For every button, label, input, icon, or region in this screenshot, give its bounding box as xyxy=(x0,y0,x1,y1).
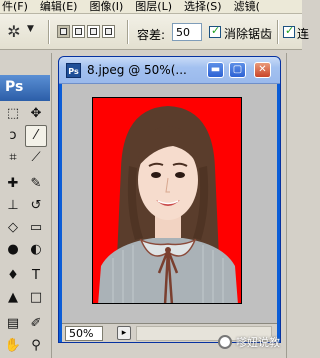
type-icon[interactable]: T xyxy=(25,265,47,287)
watermark-logo-icon xyxy=(218,335,232,349)
subtract-selection-button[interactable] xyxy=(87,25,100,38)
ps-document-icon: Ps xyxy=(66,63,81,78)
right-panel-edge xyxy=(286,53,302,358)
document-window: Ps 8.jpeg @ 50%(... ▬ ▢ ✕ 50% ▸ xyxy=(58,56,281,343)
options-divider xyxy=(277,20,279,44)
antialias-label: 消除锯齿 xyxy=(224,27,273,41)
new-selection-button[interactable] xyxy=(57,25,70,38)
options-bar: ✲ ▼ 容差: 50 消除锯齿 连 xyxy=(0,14,309,50)
ps-logo[interactable]: Ps xyxy=(0,75,50,101)
hand-icon[interactable]: ✋ xyxy=(2,335,24,357)
close-button[interactable]: ✕ xyxy=(254,62,271,78)
id-photo[interactable] xyxy=(92,97,242,304)
antialias-checkbox[interactable] xyxy=(209,24,221,38)
zoom-field[interactable]: 50% xyxy=(65,326,103,341)
watermark-text: 嗲妞说教 xyxy=(236,336,280,349)
intersect-selection-button[interactable] xyxy=(102,25,115,38)
menu-file[interactable]: 件(F) xyxy=(0,0,32,13)
eyedropper-icon[interactable]: ✐ xyxy=(25,313,47,335)
lasso-icon[interactable]: ↄ xyxy=(2,125,24,147)
move-icon[interactable]: ✥ xyxy=(25,103,47,125)
canvas-area xyxy=(62,84,277,323)
menu-layer[interactable]: 图层(L) xyxy=(127,0,176,13)
brush-icon[interactable]: ✎ xyxy=(25,173,47,195)
crop-icon[interactable]: ⌗ xyxy=(2,147,24,169)
zoom-icon[interactable]: ⚲ xyxy=(25,335,47,357)
options-divider xyxy=(48,20,50,44)
menu-filter[interactable]: 滤镜( xyxy=(226,0,264,13)
menu-bar: 件(F) 编辑(E) 图像(I) 图层(L) 选择(S) 滤镜( xyxy=(0,0,302,14)
document-titlebar[interactable]: Ps 8.jpeg @ 50%(... ▬ ▢ ✕ xyxy=(59,57,280,84)
marquee-icon[interactable]: ⬚ xyxy=(2,103,24,125)
tolerance-label: 容差: xyxy=(137,28,166,42)
gradient-icon[interactable]: ▭ xyxy=(25,217,47,239)
clone-stamp-icon[interactable]: ⊥ xyxy=(2,195,24,217)
options-divider xyxy=(127,20,129,44)
maximize-button[interactable]: ▢ xyxy=(229,62,246,78)
menu-edit[interactable]: 编辑(E) xyxy=(32,0,82,13)
chevron-down-icon[interactable]: ▼ xyxy=(27,24,34,34)
contiguous-checkbox[interactable] xyxy=(283,24,295,38)
add-selection-button[interactable] xyxy=(72,25,85,38)
minimize-button[interactable]: ▬ xyxy=(207,62,224,78)
watermark: 嗲妞说教 xyxy=(218,334,280,350)
dodge-icon[interactable]: ◐ xyxy=(25,239,47,261)
palette-grip[interactable] xyxy=(0,53,50,73)
magic-wand-preset-icon[interactable]: ✲ xyxy=(4,22,24,42)
shape-icon[interactable]: □ xyxy=(25,287,47,309)
tool-palette: Ps ⬚ ✥ ↄ ⁄ ⌗ ⟋ ✚ ✎ ⊥ ↺ ◇ ▭ ● ◐ ♦ T ▲ □ ▤… xyxy=(0,53,52,358)
healing-brush-icon[interactable]: ✚ xyxy=(2,173,24,195)
magic-wand-icon[interactable]: ⁄ xyxy=(25,125,47,147)
path-select-icon[interactable]: ▲ xyxy=(2,287,24,309)
eraser-icon[interactable]: ◇ xyxy=(2,217,24,239)
menu-select[interactable]: 选择(S) xyxy=(176,0,226,13)
blur-icon[interactable]: ● xyxy=(2,239,24,261)
tolerance-input[interactable]: 50 xyxy=(172,23,202,41)
pen-icon[interactable]: ♦ xyxy=(2,265,24,287)
history-brush-icon[interactable]: ↺ xyxy=(25,195,47,217)
notes-icon[interactable]: ▤ xyxy=(2,313,24,335)
document-title: 8.jpeg @ 50%(... xyxy=(87,63,187,77)
status-menu-button[interactable]: ▸ xyxy=(117,326,131,340)
contiguous-label: 连 xyxy=(297,27,310,41)
slice-icon[interactable]: ⟋ xyxy=(25,147,47,169)
menu-image[interactable]: 图像(I) xyxy=(81,0,127,13)
